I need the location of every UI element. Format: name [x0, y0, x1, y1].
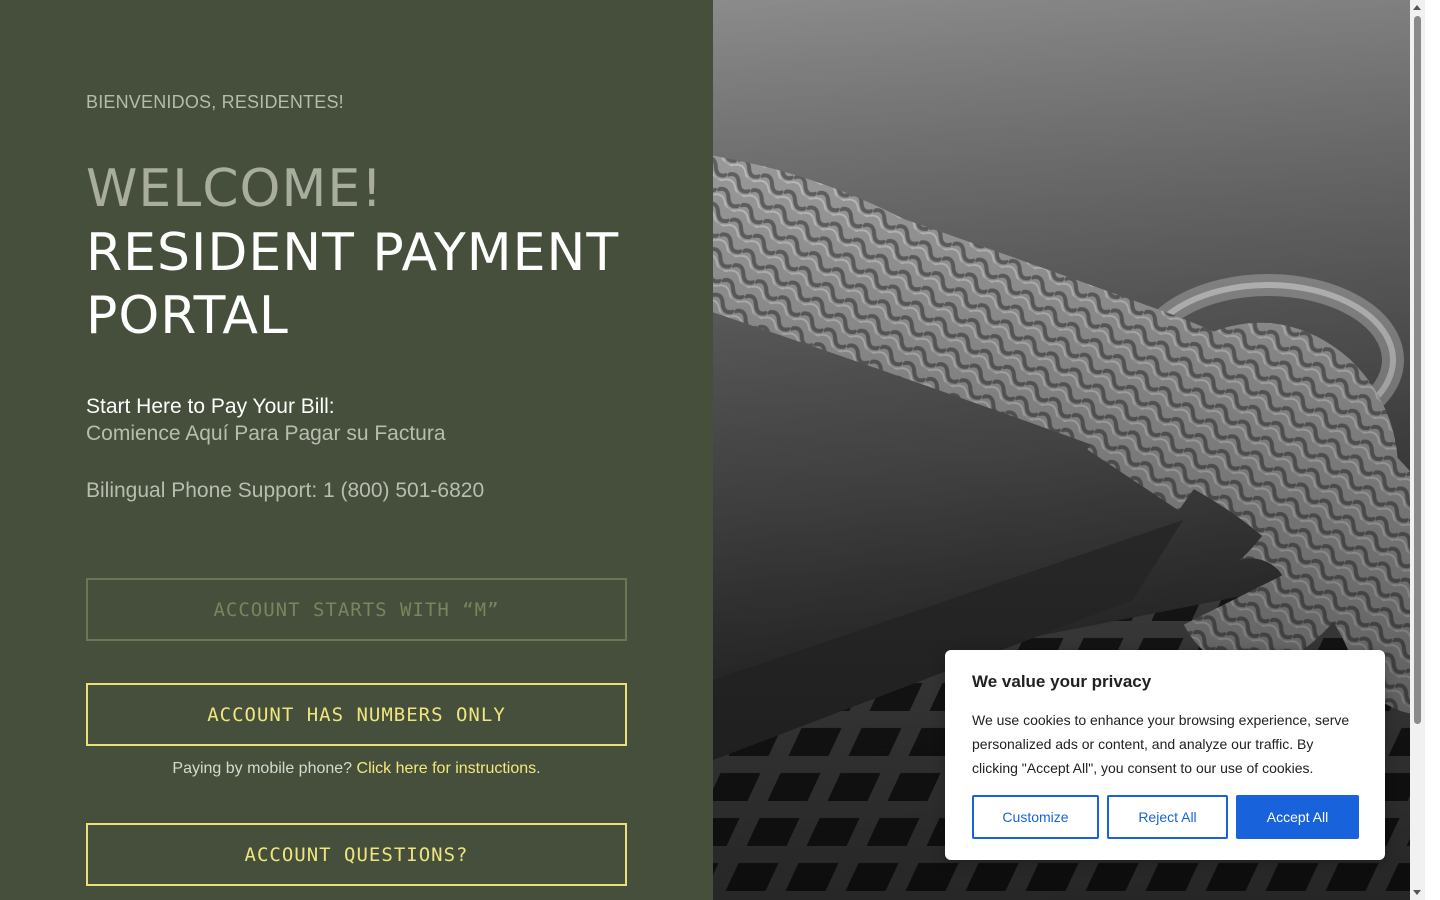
account-starts-with-m-button[interactable]: ACCOUNT STARTS WITH “M” [86, 578, 627, 641]
page-scrollbar[interactable] [1410, 0, 1425, 900]
start-here-spanish-text: Comience Aquí Para Pagar su Factura [86, 422, 446, 445]
account-questions-button[interactable]: ACCOUNT QUESTIONS? [86, 823, 627, 886]
cookie-accept-all-button[interactable]: Accept All [1236, 795, 1359, 839]
cookie-reject-all-button[interactable]: Reject All [1107, 795, 1228, 839]
page-title-line2: PORTAL [86, 286, 289, 346]
mobile-note-prefix: Paying by mobile phone? [172, 760, 357, 777]
start-here-text: Start Here to Pay Your Bill: [86, 395, 335, 418]
mobile-note-suffix: . [536, 760, 541, 777]
left-panel: BIENVENIDOS, RESIDENTES! WELCOME! RESIDE… [0, 0, 713, 900]
mobile-payment-note: Paying by mobile phone? Click here for i… [86, 760, 627, 778]
account-numbers-only-button[interactable]: ACCOUNT HAS NUMBERS ONLY [86, 683, 627, 746]
cookie-banner-title: We value your privacy [972, 672, 1152, 691]
page-title: RESIDENT PAYMENT PORTAL [86, 222, 646, 348]
cookie-customize-button[interactable]: Customize [972, 795, 1099, 839]
welcome-heading: WELCOME! [86, 159, 384, 219]
scroll-down-arrow-icon[interactable] [1413, 890, 1421, 895]
scroll-up-arrow-icon[interactable] [1413, 5, 1421, 10]
phone-support-text: Bilingual Phone Support: 1 (800) 501-682… [86, 479, 485, 502]
scrollbar-thumb[interactable] [1414, 16, 1421, 724]
page-title-line1: RESIDENT PAYMENT [86, 223, 620, 283]
page: BIENVENIDOS, RESIDENTES! WELCOME! RESIDE… [0, 0, 1440, 900]
cookie-consent-banner: We value your privacy We use cookies to … [945, 650, 1385, 860]
mobile-instructions-link[interactable]: Click here for instructions [357, 760, 537, 777]
eyebrow-text: BIENVENIDOS, RESIDENTES! [86, 92, 344, 112]
cookie-banner-text: We use cookies to enhance your browsing … [972, 712, 1350, 776]
cookie-button-group: Customize Reject All Accept All [972, 795, 1359, 839]
